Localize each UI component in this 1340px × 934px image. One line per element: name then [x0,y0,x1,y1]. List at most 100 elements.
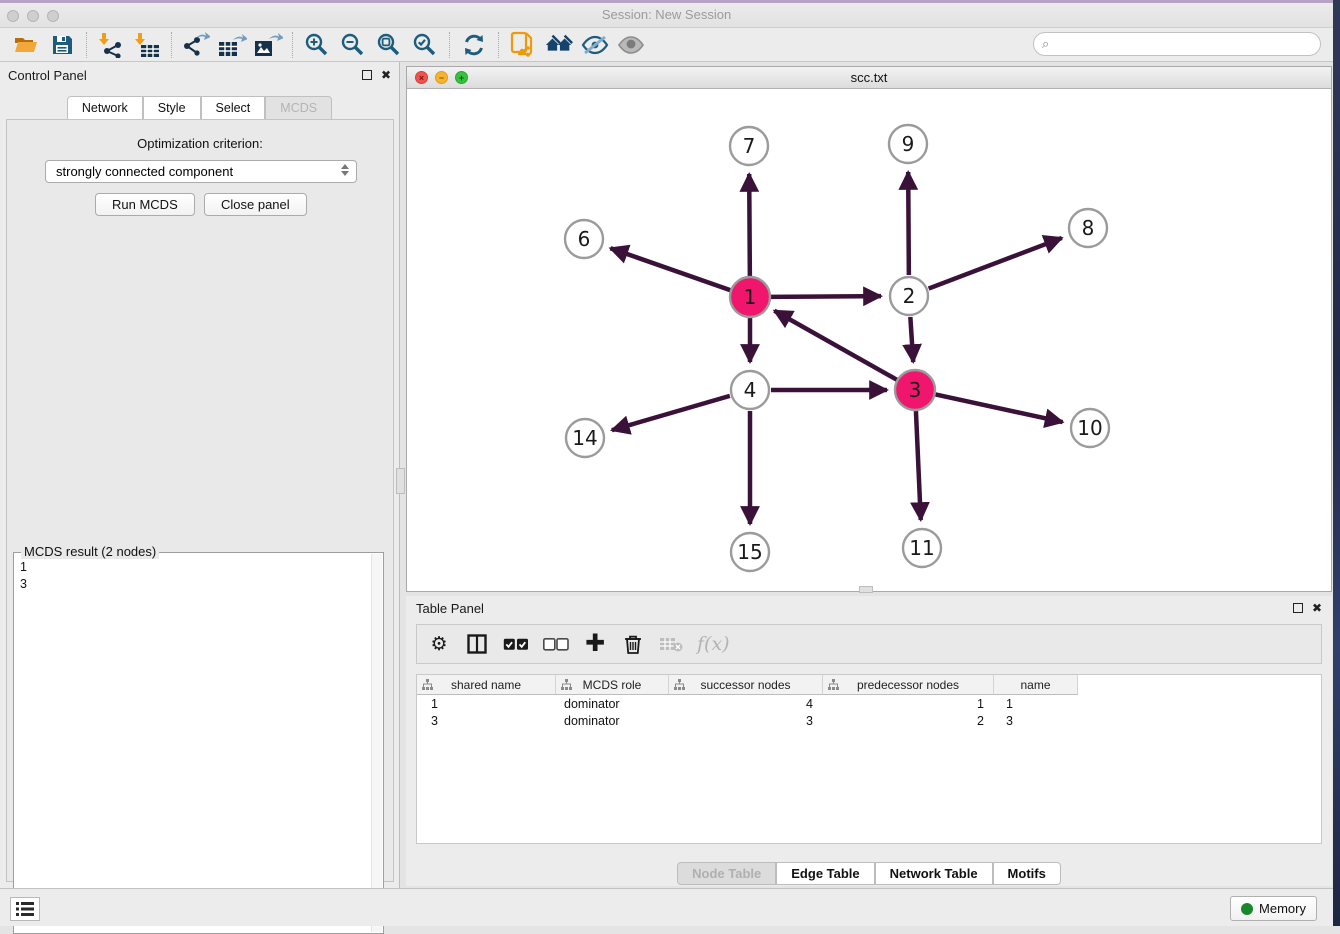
result-scrollbar[interactable] [371,554,382,932]
graph-edge-1-2[interactable] [771,296,881,297]
column-successor-nodes[interactable]: successor nodes [669,675,823,695]
home-icon[interactable] [544,31,574,59]
memory-status-icon [1241,903,1253,915]
table-row[interactable]: 1 dominator 4 1 1 [417,695,1321,712]
tab-style[interactable]: Style [143,96,201,120]
cell-shared-name[interactable]: 1 [417,695,556,712]
mcds-result-textarea[interactable]: 1 3 [13,552,384,934]
zoom-window-icon[interactable] [47,10,59,22]
control-panel-title: Control Panel [8,68,353,83]
horizontal-splitter-handle[interactable] [859,586,873,593]
import-table-icon[interactable] [132,31,162,59]
close-table-panel-icon[interactable]: ✖ [1312,602,1322,614]
cell-name[interactable]: 3 [994,712,1078,729]
app-title: Session: New Session [0,3,1333,27]
refresh-icon[interactable] [459,31,489,59]
import-network-icon[interactable] [96,31,126,59]
search-icon: ⌕ [1042,36,1049,52]
cell-shared-name[interactable]: 3 [417,712,556,729]
graph-node-label: 15 [737,540,762,564]
graph-node-label: 1 [744,285,757,309]
mcds-result-group: MCDS result (2 nodes) 1 3 [13,552,384,934]
graph-node-label: 11 [909,536,934,560]
zoom-in-icon[interactable] [302,31,332,59]
network-window-titlebar[interactable]: × − + scc.txt [407,67,1331,89]
column-mcds-role[interactable]: MCDS role [556,675,669,695]
task-history-button[interactable] [10,897,40,921]
graph-edge-3-11[interactable] [916,411,921,520]
close-view-icon[interactable]: × [415,71,428,84]
minimize-view-icon[interactable]: − [435,71,448,84]
split-view-icon[interactable] [465,632,489,656]
cell-predecessor-nodes[interactable]: 2 [823,712,994,729]
search-input[interactable] [1049,37,1299,51]
memory-button[interactable]: Memory [1230,896,1317,921]
cell-name[interactable]: 1 [994,695,1078,712]
table-settings-icon[interactable]: ⚙ [427,632,451,656]
graph-edge-3-1[interactable] [774,311,896,380]
zoom-fit-icon[interactable] [374,31,404,59]
zoom-selected-icon[interactable] [410,31,440,59]
tab-network-table[interactable]: Network Table [875,862,993,885]
add-column-icon[interactable]: ✚ [583,632,607,656]
graph-node-label: 6 [578,227,591,251]
column-shared-name[interactable]: shared name [417,675,556,695]
first-neighbors-icon[interactable] [508,31,538,59]
delete-table-icon [659,632,683,656]
close-panel-button[interactable]: Close panel [204,193,307,216]
cell-mcds-role[interactable]: dominator [556,695,669,712]
tab-mcds[interactable]: MCDS [265,96,332,120]
graph-edge-2-9[interactable] [908,172,909,275]
desktop-background-edge [1333,0,1340,926]
cell-successor-nodes[interactable]: 3 [669,712,823,729]
export-image-icon[interactable] [253,31,283,59]
delete-column-icon[interactable] [621,632,645,656]
criterion-dropdown[interactable]: strongly connected component [45,160,357,183]
network-view-window: × − + scc.txt 1234678910111415 [406,66,1332,592]
save-session-icon[interactable] [47,31,77,59]
export-table-icon[interactable] [217,31,247,59]
close-window-icon[interactable] [7,10,19,22]
maximize-view-icon[interactable]: + [455,71,468,84]
select-all-checkboxes-icon[interactable] [503,632,529,656]
close-panel-icon[interactable]: ✖ [381,69,391,81]
cell-successor-nodes[interactable]: 4 [669,695,823,712]
column-predecessor-nodes[interactable]: predecessor nodes [823,675,994,695]
hide-selected-eye-icon[interactable] [580,31,610,59]
column-filler [1078,675,1321,695]
minimize-window-icon[interactable] [27,10,39,22]
deselect-all-checkboxes-icon[interactable] [543,632,569,656]
table-panel: Table Panel ✖ ⚙ ✚ f(x) shared name MCDS … [406,596,1332,886]
graph-node-label: 4 [744,378,757,402]
network-graph[interactable]: 1234678910111415 [407,89,1331,591]
float-panel-icon[interactable] [362,70,372,80]
table-row[interactable]: 3 dominator 3 2 3 [417,712,1321,729]
search-field[interactable]: ⌕ [1033,32,1321,56]
graph-edge-2-3[interactable] [910,317,913,362]
tab-network[interactable]: Network [67,96,143,120]
run-mcds-button[interactable]: Run MCDS [95,193,195,216]
main-toolbar: ⌕ [0,28,1333,62]
tab-motifs[interactable]: Motifs [993,862,1061,885]
cell-predecessor-nodes[interactable]: 1 [823,695,994,712]
graph-edge-1-7[interactable] [749,174,750,276]
export-network-icon[interactable] [181,31,211,59]
zoom-out-icon[interactable] [338,31,368,59]
show-all-eye-icon[interactable] [616,31,646,59]
graph-edge-4-14[interactable] [612,396,730,430]
tab-node-table[interactable]: Node Table [677,862,776,885]
open-session-icon[interactable] [11,31,41,59]
cell-mcds-role[interactable]: dominator [556,712,669,729]
mcds-result-values: 1 3 [20,559,27,593]
dropdown-stepper-icon [341,164,349,176]
network-graph-canvas[interactable]: 1234678910111415 [407,89,1331,591]
column-name[interactable]: name [994,675,1078,695]
graph-edge-1-6[interactable] [610,248,730,290]
graph-edge-2-8[interactable] [929,238,1062,289]
control-panel: Control Panel ✖ Network Style Select MCD… [0,62,400,888]
tab-edge-table[interactable]: Edge Table [776,862,874,885]
float-table-panel-icon[interactable] [1293,603,1303,613]
vertical-splitter-handle[interactable] [396,468,405,494]
graph-edge-3-10[interactable] [936,394,1063,422]
tab-select[interactable]: Select [201,96,266,120]
